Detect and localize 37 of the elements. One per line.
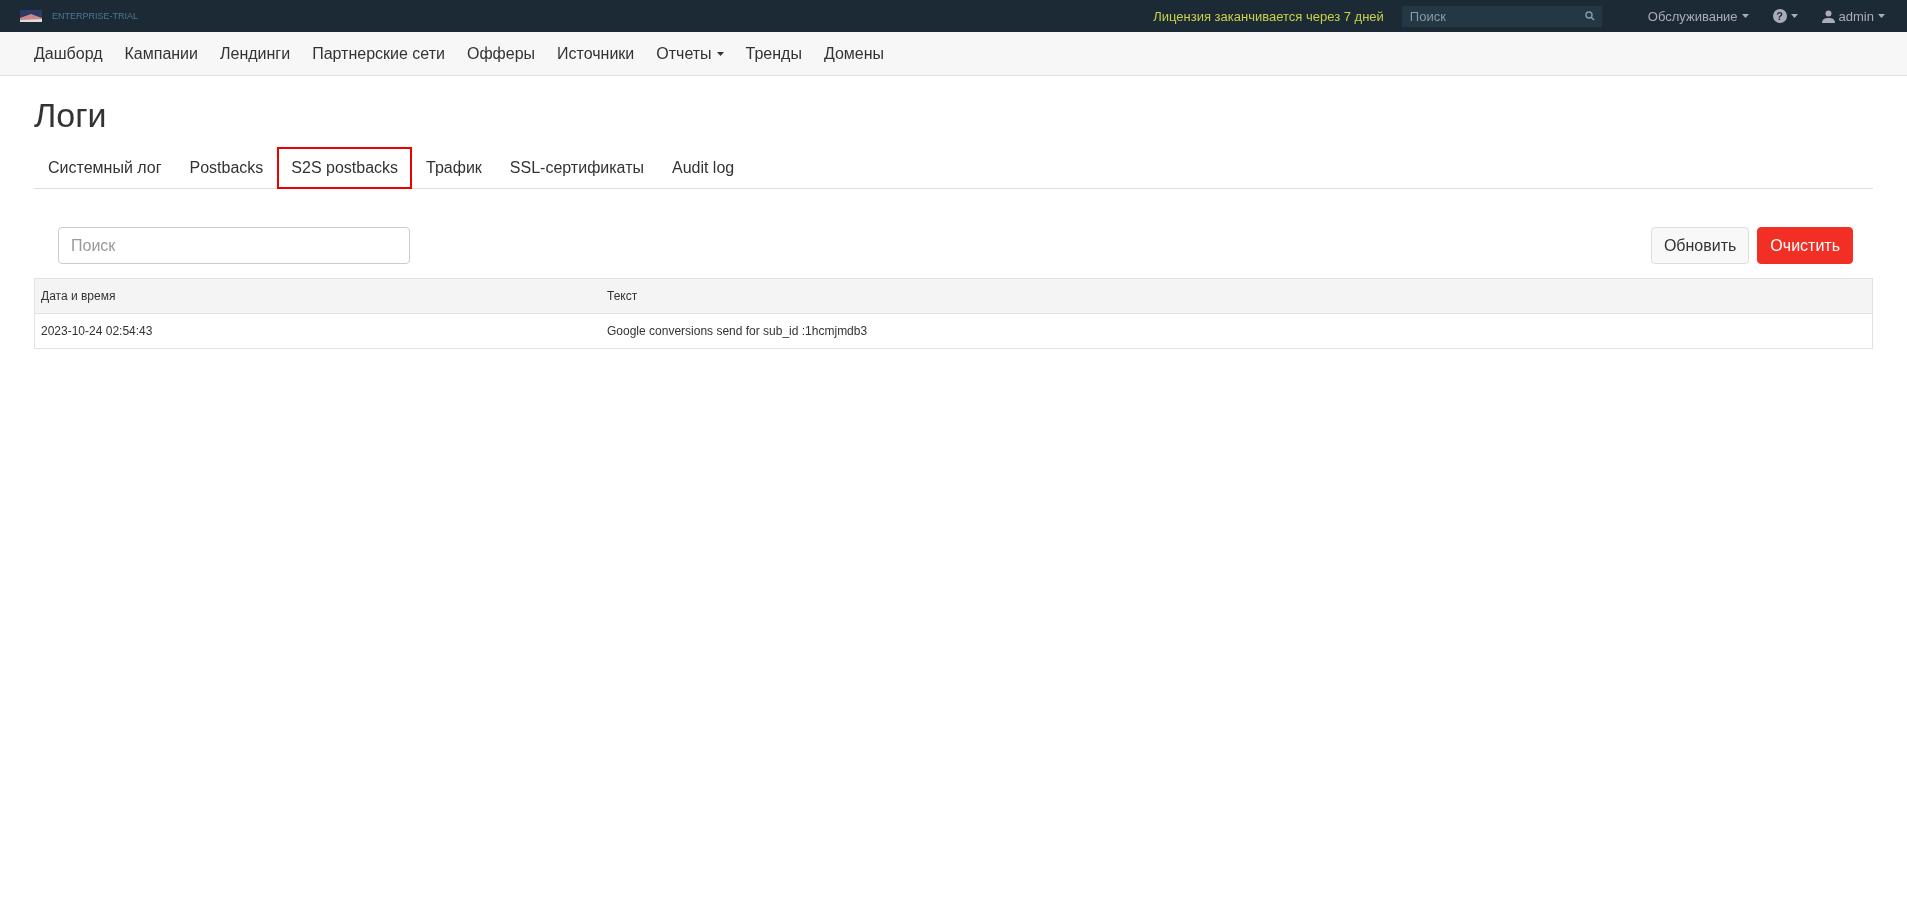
caret-icon: [1878, 14, 1885, 18]
nav-link[interactable]: Тренды: [735, 38, 812, 69]
tab[interactable]: Системный лог: [34, 147, 176, 189]
clear-button[interactable]: Очистить: [1757, 227, 1853, 264]
caret-icon: [716, 51, 724, 56]
nav-link[interactable]: Партнерские сети: [302, 38, 455, 69]
help-icon: ?: [1772, 9, 1787, 23]
user-menu[interactable]: admin: [1819, 6, 1887, 26]
nav-link[interactable]: Офферы: [456, 38, 546, 69]
column-header: Дата и время: [40, 288, 117, 305]
tab[interactable]: Audit log: [657, 147, 749, 189]
search-field[interactable]: Поиск: [58, 227, 410, 264]
caret-icon: [1790, 14, 1798, 18]
nav-link[interactable]: Источники: [547, 38, 645, 69]
table-cell-text: Google conversions send for sub_id :1hcmjmdb3: [606, 323, 869, 340]
search-icon: [1584, 10, 1595, 21]
logo-icon: [20, 10, 42, 22]
tab[interactable]: Postbacks: [175, 147, 278, 189]
nav-link[interactable]: Кампании: [114, 38, 208, 69]
refresh-button[interactable]: Обновить: [1650, 227, 1750, 264]
page-title: Логи: [34, 96, 107, 135]
nav-link[interactable]: Дашборд: [24, 38, 113, 69]
nav-link[interactable]: Отчеты: [646, 38, 734, 69]
license-notice: Лицензия заканчивается через 7 дней: [1153, 8, 1384, 24]
user-icon: [1821, 9, 1835, 23]
top-search-field[interactable]: Поиск: [1401, 5, 1602, 27]
nav-link[interactable]: Лендинги: [210, 38, 301, 69]
brand-label: ENTERPRISE-TRIAL: [52, 11, 138, 21]
column-header: Текст: [606, 288, 639, 305]
tab[interactable]: S2S postbacks: [277, 147, 413, 189]
nav-link[interactable]: Домены: [813, 38, 895, 69]
menu-dropdown[interactable]: Обслуживание: [1645, 6, 1751, 26]
caret-icon: [1741, 14, 1749, 18]
help-menu[interactable]: ?: [1770, 7, 1800, 25]
table-cell-text: 2023-10-24 02:54:43: [40, 323, 154, 340]
tab[interactable]: Трафик: [412, 147, 496, 189]
tab[interactable]: SSL-сертификаты: [495, 147, 658, 189]
